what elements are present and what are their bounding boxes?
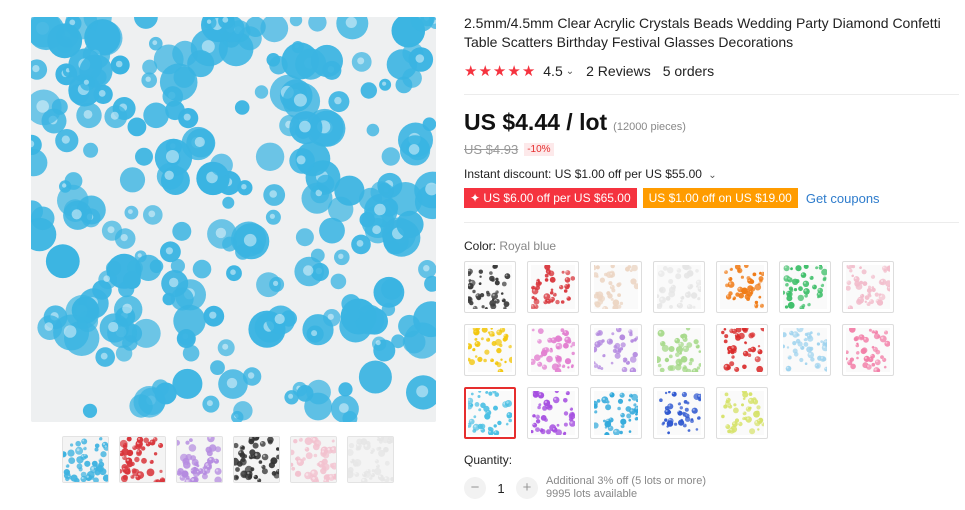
color-label-text: Color: (464, 239, 500, 253)
current-price: US $4.44 / lot (464, 109, 608, 135)
swatch-image (468, 265, 512, 309)
increase-quantity-button[interactable]: + (516, 477, 538, 499)
thumbnail[interactable] (233, 436, 280, 483)
swatch-image (468, 391, 512, 435)
selected-color: Royal blue (499, 239, 557, 253)
thumbnail-strip (62, 436, 394, 483)
color-swatch[interactable] (590, 261, 642, 313)
color-swatch[interactable] (464, 387, 516, 439)
original-price: US $4.93 (464, 142, 519, 157)
store-coupon-badge[interactable]: ✦ US $6.00 off per US $65.00 (464, 188, 637, 208)
swatch-image (720, 328, 764, 372)
reviews-link[interactable]: 2 Reviews (586, 63, 651, 79)
select-coupon-badge[interactable]: US $1.00 off on US $19.00 (642, 188, 798, 208)
swatch-image (531, 328, 575, 372)
chevron-down-icon: ⌄ (708, 170, 717, 181)
thumbnail[interactable] (290, 436, 337, 483)
stock-available: 9995 lots available (546, 488, 638, 500)
color-swatch[interactable] (779, 261, 831, 313)
quantity-input[interactable]: 1 (486, 481, 516, 496)
orders-count: 5 orders (662, 63, 715, 79)
color-swatch[interactable] (779, 324, 831, 376)
color-swatch[interactable] (716, 261, 768, 313)
main-product-image[interactable] (31, 17, 436, 422)
swatch-image (531, 265, 575, 309)
divider (464, 222, 959, 223)
rating-value[interactable]: 4.5 (543, 63, 562, 79)
swatch-image (783, 265, 827, 309)
star-rating: ★ ★ ★ ★ ★ (464, 62, 535, 80)
quantity-stepper: − 1 + Additional 3% off (5 lots or more)… (464, 475, 959, 501)
thumbnail[interactable] (119, 436, 166, 483)
color-swatch[interactable] (590, 324, 642, 376)
swatch-image (846, 265, 890, 309)
thumbnail[interactable] (347, 436, 394, 483)
star-icon: ★ (521, 63, 536, 80)
thumbnail[interactable] (176, 436, 223, 483)
color-swatch[interactable] (527, 324, 579, 376)
color-swatch[interactable] (464, 324, 516, 376)
color-swatch[interactable] (716, 324, 768, 376)
get-coupons-link[interactable]: Get coupons (806, 191, 880, 206)
color-swatch[interactable] (527, 387, 579, 439)
discount-badge: -10% (524, 143, 554, 156)
star-icon: ★ (492, 63, 507, 80)
rating-row: ★ ★ ★ ★ ★ 4.5 ⌄ 2 Reviews 5 orders (464, 62, 959, 80)
swatch-image (846, 328, 890, 372)
swatch-image (594, 328, 638, 372)
color-label: Color: Royal blue (464, 239, 959, 253)
quantity-label: Quantity: (464, 453, 513, 467)
color-swatch[interactable] (653, 387, 705, 439)
thumbnail[interactable] (62, 436, 109, 483)
swatch-image (657, 391, 701, 435)
decrease-quantity-button[interactable]: − (464, 477, 486, 499)
color-swatch[interactable] (464, 261, 516, 313)
bulk-discount-note: Additional 3% off (5 lots or more) (546, 475, 706, 487)
swatch-image (594, 265, 638, 309)
store-coupon-text: US $6.00 off per US $65.00 (483, 191, 631, 205)
product-info: 2.5mm/4.5mm Clear Acrylic Crystals Beads… (464, 14, 959, 501)
star-icon: ★ (507, 63, 521, 80)
swatch-image (783, 328, 827, 372)
original-price-row: US $4.93 -10% (464, 142, 959, 157)
color-swatch[interactable] (653, 261, 705, 313)
star-icon: ★ (478, 63, 492, 80)
swatch-image (531, 391, 575, 435)
color-swatch[interactable] (527, 261, 579, 313)
quantity-note: Additional 3% off (5 lots or more) 9995 … (546, 475, 706, 501)
swatch-image (657, 328, 701, 372)
swatch-image (720, 391, 764, 435)
color-swatch[interactable] (842, 261, 894, 313)
instant-discount[interactable]: Instant discount: US $1.00 off per US $5… (464, 167, 959, 181)
color-swatch[interactable] (842, 324, 894, 376)
coupon-row: ✦ US $6.00 off per US $65.00 US $1.00 of… (464, 188, 959, 208)
star-icon: ★ (464, 63, 478, 80)
color-swatch-grid (464, 261, 959, 439)
product-title: 2.5mm/4.5mm Clear Acrylic Crystals Beads… (464, 15, 941, 50)
swatch-image (720, 265, 764, 309)
divider (464, 94, 959, 95)
swatch-image (594, 391, 638, 435)
swatch-image (657, 265, 701, 309)
swatch-image (468, 328, 512, 372)
pieces-count: (12000 pieces) (613, 121, 686, 133)
chevron-down-icon[interactable]: ⌄ (566, 66, 574, 77)
plus-icon: ✦ (470, 191, 481, 205)
color-swatch[interactable] (716, 387, 768, 439)
price-row: US $4.44 / lot (12000 pieces) (464, 109, 959, 136)
instant-discount-text: Instant discount: US $1.00 off per US $5… (464, 167, 702, 181)
color-swatch[interactable] (590, 387, 642, 439)
color-swatch[interactable] (653, 324, 705, 376)
